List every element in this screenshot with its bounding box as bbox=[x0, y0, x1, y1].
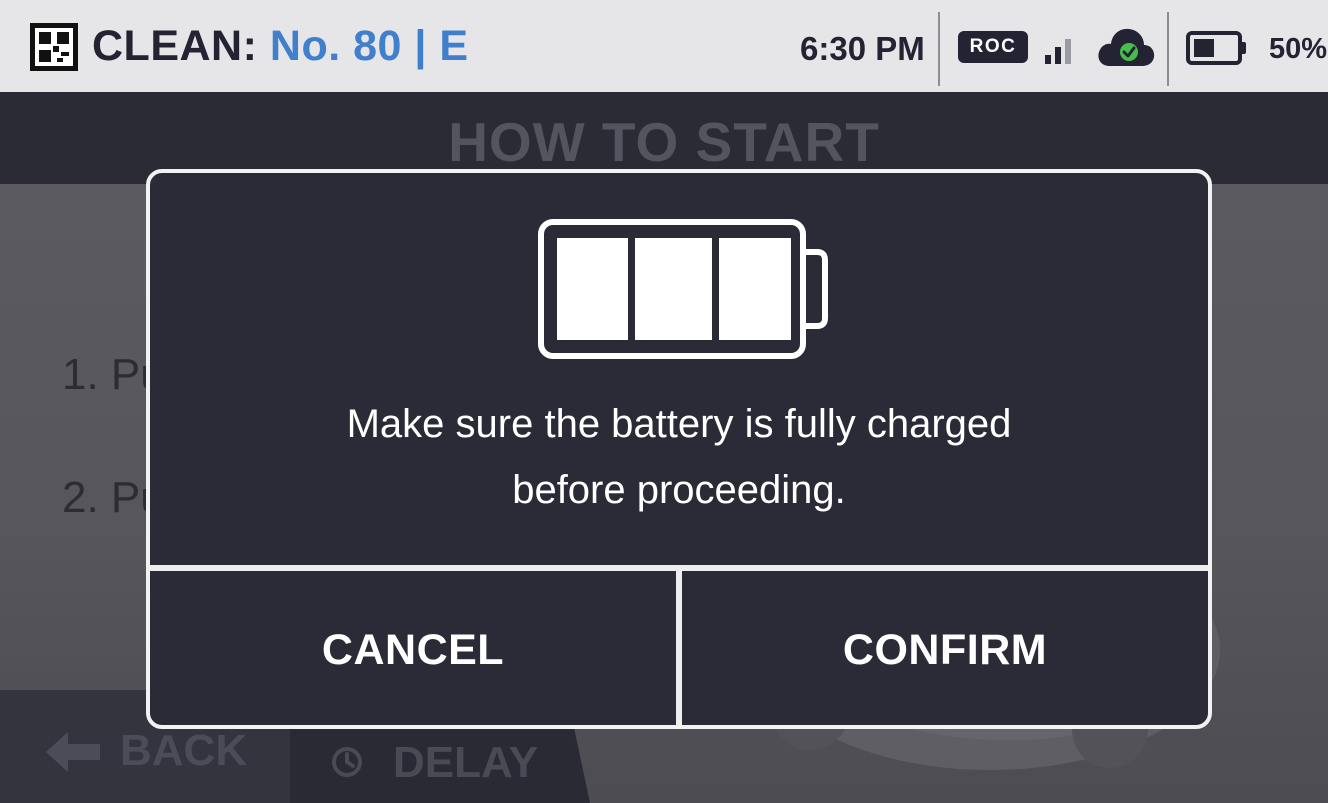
dialog-message-line: Make sure the battery is fully charged bbox=[346, 402, 1012, 446]
confirm-dialog: Make sure the battery is fully charged b… bbox=[146, 169, 1212, 729]
cloud-check-icon bbox=[1098, 28, 1155, 66]
page-title: HOW TO START bbox=[448, 111, 880, 173]
battery-icon bbox=[1186, 31, 1246, 65]
mode-label: CLEAN: bbox=[92, 22, 258, 70]
battery-full-icon bbox=[538, 219, 828, 359]
timer-icon bbox=[332, 747, 362, 777]
qr-code-icon bbox=[30, 23, 78, 71]
app-title: CLEAN: No. 80 | E bbox=[92, 22, 469, 71]
machine-label: No. 80 | E bbox=[269, 22, 469, 70]
battery-percent: 50% bbox=[1269, 33, 1328, 65]
signal-strength-icon bbox=[1045, 39, 1071, 64]
cancel-button[interactable]: CANCEL bbox=[150, 571, 676, 725]
roc-badge: ROC bbox=[958, 31, 1028, 63]
clock: 6:30 PM bbox=[800, 30, 925, 67]
delay-label: DELAY bbox=[393, 738, 539, 787]
dialog-message-line: before proceeding. bbox=[512, 468, 846, 512]
back-label: BACK bbox=[120, 726, 248, 775]
arrow-left-icon bbox=[46, 732, 100, 772]
status-separator bbox=[938, 12, 940, 86]
status-bar: CLEAN: No. 80 | E 6:30 PM ROC 50% bbox=[0, 0, 1328, 92]
status-separator bbox=[1167, 12, 1169, 86]
dialog-message: Make sure the battery is fully charged b… bbox=[150, 391, 1208, 523]
confirm-button[interactable]: CONFIRM bbox=[682, 571, 1208, 725]
